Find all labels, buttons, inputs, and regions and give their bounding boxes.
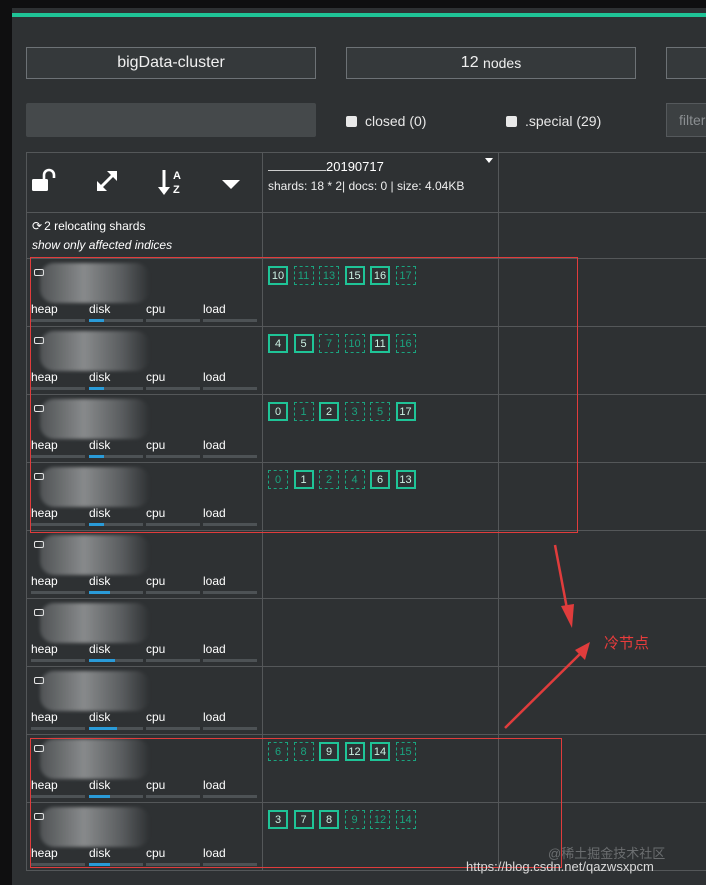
watermark-url: https://blog.csdn.net/qazwsxpcm bbox=[466, 859, 654, 874]
annotation-arrows bbox=[504, 544, 590, 729]
annotation-arrowhead-down bbox=[561, 604, 574, 628]
annotation-arrow-up bbox=[504, 651, 583, 729]
cold-nodes-label: 冷节点 bbox=[604, 635, 650, 652]
annotation-arrow-down bbox=[553, 544, 570, 615]
